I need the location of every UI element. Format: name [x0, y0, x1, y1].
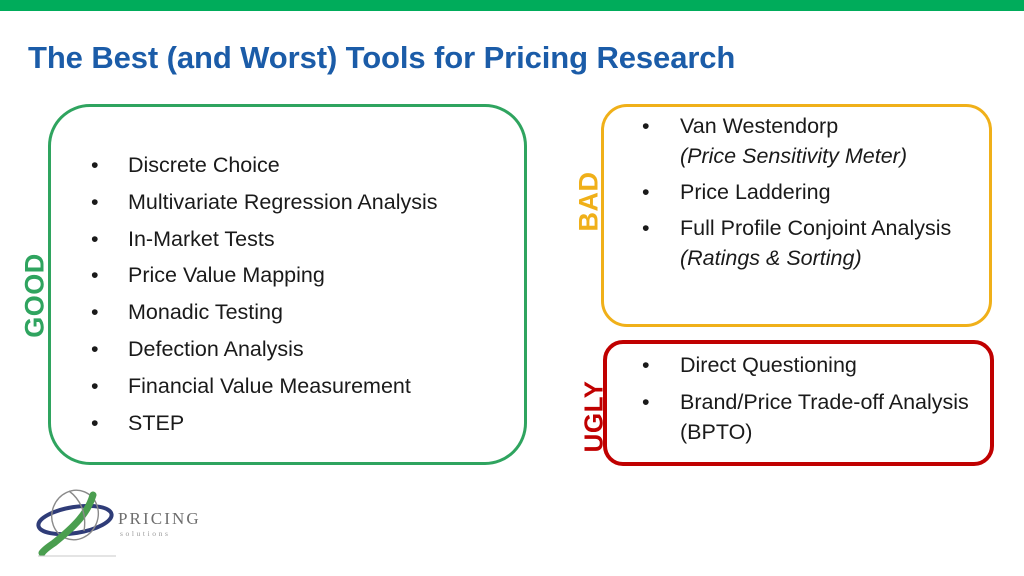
bullet-icon: •	[91, 300, 99, 325]
ugly-items-list: • Direct Questioning • Brand/Price Trade…	[639, 350, 979, 454]
bullet-icon: •	[91, 373, 99, 398]
pricing-solutions-logo-icon	[36, 489, 116, 557]
bullet-icon: •	[91, 153, 99, 177]
ugly-category-label: UGLY	[578, 380, 609, 453]
bullet-icon: •	[642, 114, 650, 138]
good-items-list: • Discrete Choice • Multivariate Regress…	[88, 147, 508, 441]
slide: The Best (and Worst) Tools for Pricing R…	[0, 0, 1024, 576]
list-item-label: In-Market Tests	[128, 226, 275, 251]
list-item: • Price Laddering	[639, 177, 979, 207]
list-item-label: Price Laddering	[680, 180, 831, 204]
bullet-icon: •	[642, 353, 650, 377]
good-category-label: GOOD	[19, 253, 50, 338]
logo-wordmark: PRICING solutions	[118, 510, 218, 539]
list-item-label: Brand/Price Trade-off Analysis (BPTO)	[680, 390, 969, 444]
list-item: • STEP	[88, 405, 508, 442]
list-item-label: Defection Analysis	[128, 336, 304, 361]
list-item: • Multivariate Regression Analysis	[88, 184, 508, 221]
list-item-label: Van Westendorp	[680, 114, 839, 138]
list-item-label: Direct Questioning	[680, 353, 857, 377]
list-item: • In-Market Tests	[88, 221, 508, 258]
bullet-icon: •	[642, 390, 650, 414]
company-logo: PRICING solutions	[32, 487, 212, 559]
page-title: The Best (and Worst) Tools for Pricing R…	[28, 40, 736, 75]
list-item: • Financial Value Measurement	[88, 368, 508, 405]
list-item-subtext: (Price Sensitivity Meter)	[680, 144, 907, 168]
bad-category-label: BAD	[573, 171, 604, 232]
list-item: • Direct Questioning	[639, 350, 979, 380]
list-item-label: Price Value Mapping	[128, 263, 325, 288]
list-item: • Van Westendorp (Price Sensitivity Mete…	[639, 111, 979, 171]
bullet-icon: •	[91, 189, 99, 214]
list-item: • Defection Analysis	[88, 331, 508, 368]
bullet-icon: •	[642, 180, 650, 204]
list-item: • Price Value Mapping	[88, 257, 508, 294]
list-item-subtext: (Ratings & Sorting)	[680, 246, 862, 270]
list-item: • Full Profile Conjoint Analysis (Rating…	[639, 213, 979, 273]
list-item-label: Monadic Testing	[128, 300, 283, 325]
list-item-label: Financial Value Measurement	[128, 373, 411, 398]
bullet-icon: •	[642, 216, 650, 240]
top-accent-bar	[0, 0, 1024, 11]
logo-word: PRICING	[118, 509, 201, 528]
list-item-label: STEP	[128, 410, 185, 435]
list-item: • Discrete Choice	[88, 147, 508, 184]
list-item-label: Full Profile Conjoint Analysis	[680, 216, 952, 240]
list-item-label: Discrete Choice	[128, 153, 280, 177]
bullet-icon: •	[91, 226, 99, 251]
bad-items-list: • Van Westendorp (Price Sensitivity Mete…	[639, 111, 979, 279]
list-item: • Brand/Price Trade-off Analysis (BPTO)	[639, 387, 979, 447]
list-item-label: Multivariate Regression Analysis	[128, 189, 438, 214]
bullet-icon: •	[91, 263, 99, 288]
bullet-icon: •	[91, 336, 99, 361]
list-item: • Monadic Testing	[88, 294, 508, 331]
logo-subword: solutions	[120, 529, 171, 538]
bullet-icon: •	[91, 410, 99, 435]
